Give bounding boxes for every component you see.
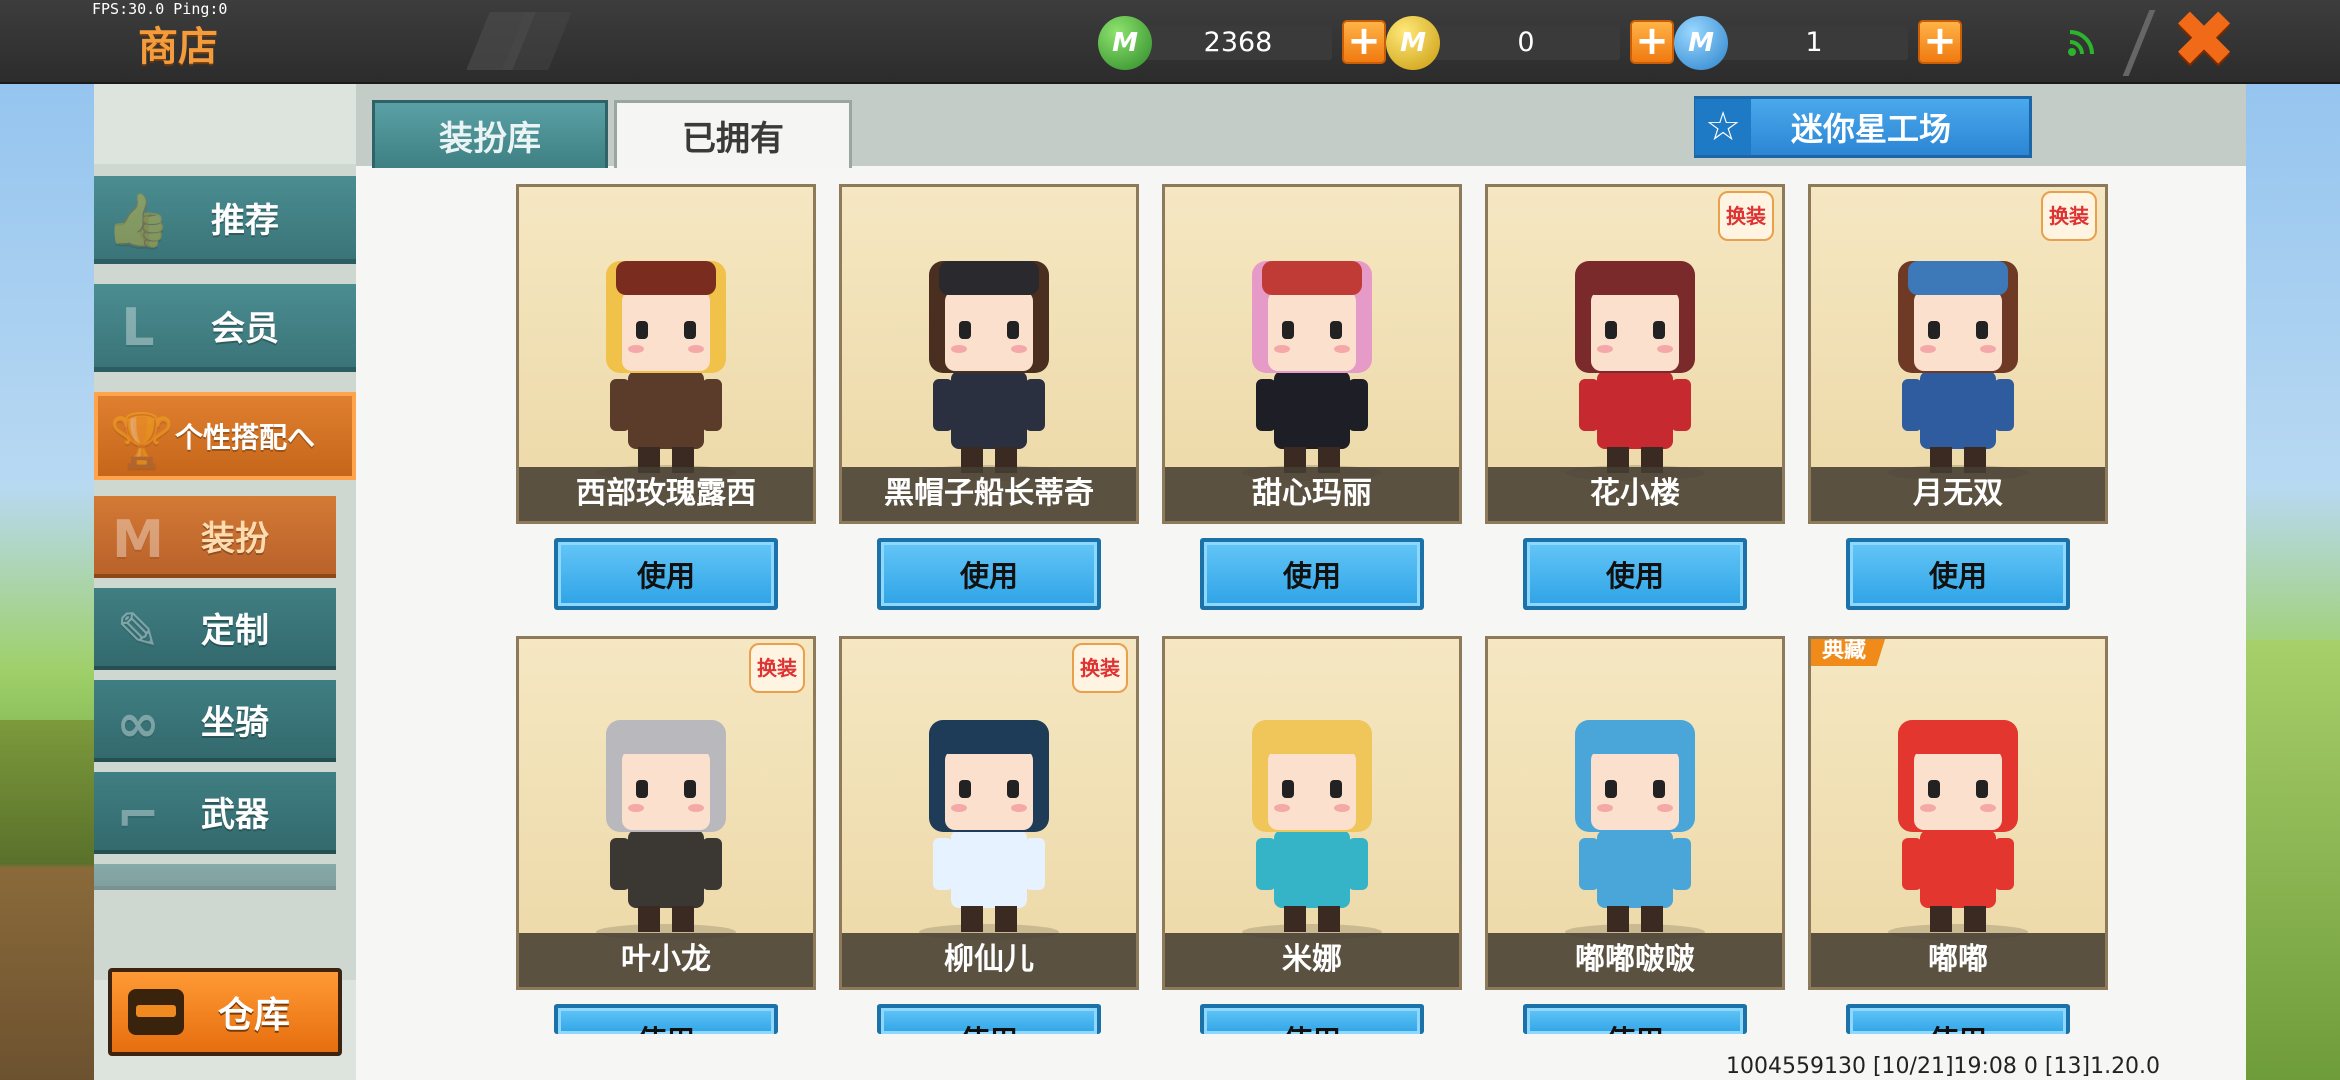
use-button[interactable]: 使用 [877, 538, 1101, 610]
add-mini-point-button[interactable]: + [1918, 20, 1962, 64]
use-button[interactable]: 使用 [1846, 1004, 2070, 1034]
currency-mini-point: M 1 + [1674, 14, 1974, 70]
sidebar-item-outfit[interactable]: M 装扮 [94, 496, 336, 578]
character-figure [919, 720, 1059, 940]
character-card[interactable]: 换装月无双 [1808, 184, 2108, 524]
grass-block-left [0, 720, 95, 1080]
costume-change-badge: 换装 [1718, 191, 1774, 241]
collection-tag: 典藏 [1811, 639, 1887, 666]
add-mini-bean-button[interactable]: + [1342, 20, 1386, 64]
shirt-icon: M [112, 510, 164, 570]
mount-icon: ∞ [116, 694, 160, 754]
sidebar-item-vip[interactable]: L 会员 [94, 284, 356, 372]
currency-mini-coin: M 0 + [1386, 14, 1686, 70]
mini-bean-value: 2368 [1203, 27, 1273, 58]
costume-change-badge: 换装 [1072, 643, 1128, 693]
build-info: 1004559130 [10/21]19:08 0 [13]1.20.0 [1726, 1054, 2161, 1079]
tab-outfit-library[interactable]: 装扮库 [372, 100, 608, 168]
character-name: 米娜 [1165, 933, 1459, 987]
top-bar: FPS:30.0 Ping:0 商店 M 2368 + M 0 + M 1 + … [0, 0, 2340, 84]
decor-stripe [2122, 10, 2156, 76]
sidebar-item-label: 装扮 [201, 518, 269, 559]
character-name: 月无双 [1811, 467, 2105, 521]
mini-coin-icon: M [1386, 16, 1440, 70]
costume-change-badge: 换装 [2041, 191, 2097, 241]
use-button[interactable]: 使用 [1200, 1004, 1424, 1034]
character-name: 黑帽子船长蒂奇 [842, 467, 1136, 521]
storage-label: 仓库 [218, 995, 291, 1036]
mini-workshop-button[interactable]: ☆ 迷你星工场 [1694, 96, 2032, 158]
sidebar-item-mount[interactable]: ∞ 坐骑 [94, 680, 336, 762]
character-name: 嘟嘟啵啵 [1488, 933, 1782, 987]
use-button[interactable]: 使用 [1523, 1004, 1747, 1034]
character-figure [1565, 261, 1705, 481]
costume-change-badge: 换装 [749, 643, 805, 693]
gun-icon: ⌐ [116, 786, 160, 846]
character-figure [919, 261, 1059, 481]
thumb-up-icon: 👍 [105, 190, 171, 251]
star-icon: ☆ [1695, 99, 1751, 155]
sidebar-item-label: 个性搭配へ [174, 421, 315, 454]
sidebar-item-recommend[interactable]: 👍 推荐 [94, 176, 356, 264]
grass-block-right [2245, 640, 2340, 1080]
character-card[interactable]: 换装叶小龙 [516, 636, 816, 990]
character-name: 柳仙儿 [842, 933, 1136, 987]
storage-button[interactable]: 仓库 [108, 968, 342, 1056]
character-figure [1242, 261, 1382, 481]
character-card[interactable]: 黑帽子船长蒂奇 [839, 184, 1139, 524]
mini-coin-value: 0 [1517, 27, 1535, 58]
character-figure [596, 720, 736, 940]
add-mini-coin-button[interactable]: + [1630, 20, 1674, 64]
sidebar-item-label: 武器 [201, 794, 269, 835]
character-name: 花小楼 [1488, 467, 1782, 521]
character-name: 嘟嘟 [1811, 933, 2105, 987]
close-icon[interactable]: ✖ [2164, 1, 2244, 79]
chest-icon [128, 989, 184, 1035]
currency-mini-bean: M 2368 + [1098, 14, 1398, 70]
workshop-label: 迷你星工场 [1791, 110, 1952, 148]
sidebar-item-partial [94, 864, 336, 890]
use-button[interactable]: 使用 [1523, 538, 1747, 610]
character-card[interactable]: 嘟嘟啵啵 [1485, 636, 1785, 990]
vip-icon: L [121, 298, 155, 358]
use-button[interactable]: 使用 [554, 1004, 778, 1034]
mini-point-icon: M [1674, 16, 1728, 70]
sidebar-item-label: 推荐 [211, 201, 279, 241]
character-figure [1888, 720, 2028, 940]
use-button[interactable]: 使用 [554, 538, 778, 610]
mini-point-value: 1 [1805, 27, 1823, 58]
character-card[interactable]: 换装柳仙儿 [839, 636, 1139, 990]
character-card[interactable]: 西部玫瑰露西 [516, 184, 816, 524]
character-card[interactable]: 典藏 嘟嘟 [1808, 636, 2108, 990]
sidebar-item-label: 定制 [201, 610, 269, 651]
sidebar-item-custom[interactable]: ✎ 定制 [94, 588, 336, 670]
pencil-icon: ✎ [116, 602, 160, 662]
sidebar-item-label: 坐骑 [201, 702, 269, 743]
character-figure [1565, 720, 1705, 940]
sidebar-item-weapon[interactable]: ⌐ 武器 [94, 772, 336, 854]
tab-owned[interactable]: 已拥有 [614, 100, 852, 168]
character-figure [596, 261, 736, 481]
character-figure [1888, 261, 2028, 481]
character-name: 甜心玛丽 [1165, 467, 1459, 521]
trophy-icon: 🏆 [109, 410, 175, 471]
use-button[interactable]: 使用 [1200, 538, 1424, 610]
page-title: 商店 [138, 24, 218, 70]
character-figure [1242, 720, 1382, 940]
character-card[interactable]: 甜心玛丽 [1162, 184, 1462, 524]
character-card[interactable]: 米娜 [1162, 636, 1462, 990]
wifi-signal-icon [2068, 30, 2094, 56]
sidebar-item-label: 会员 [211, 309, 279, 349]
character-name: 叶小龙 [519, 933, 813, 987]
mini-bean-icon: M [1098, 16, 1152, 70]
sidebar-group-personal[interactable]: 🏆 个性搭配へ [94, 392, 356, 480]
character-card[interactable]: 换装花小楼 [1485, 184, 1785, 524]
use-button[interactable]: 使用 [877, 1004, 1101, 1034]
use-button[interactable]: 使用 [1846, 538, 2070, 610]
character-name: 西部玫瑰露西 [519, 467, 813, 521]
